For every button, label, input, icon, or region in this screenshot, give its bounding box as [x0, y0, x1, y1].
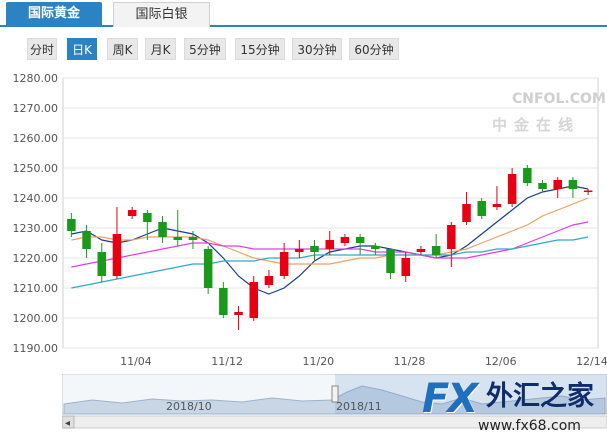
period-button-monthly[interactable]: 月K: [145, 38, 176, 60]
period-button-timeshare[interactable]: 分时: [27, 38, 57, 60]
period-button-weekly[interactable]: 周K: [107, 38, 138, 60]
candle-body: [462, 204, 471, 222]
x-tick-label: 11/04: [120, 355, 152, 368]
candle-body: [264, 276, 274, 285]
candle-body: [82, 231, 91, 249]
period-button-15min[interactable]: 15分钟: [235, 38, 285, 60]
y-tick-label: 1230.00: [13, 222, 59, 235]
tab-international-gold[interactable]: 国际黄金: [6, 2, 102, 27]
candle-body: [416, 249, 426, 252]
period-button-30min[interactable]: 30分钟: [292, 38, 342, 60]
candle-body: [386, 249, 395, 273]
candle-body: [355, 237, 365, 243]
navigator-label-2018-11: 2018/11: [336, 400, 382, 413]
candle-body: [447, 225, 456, 249]
y-tick-label: 1280.00: [13, 72, 59, 85]
candle-body: [553, 180, 562, 189]
candle-body: [492, 204, 502, 207]
cnfol-watermark-cn: 中金在线: [492, 116, 581, 134]
candlestick-chart[interactable]: 1280.00 1270.00 1260.00 1250.00 1240.00 1230.…: [0, 64, 607, 370]
fx-logo-url: www.fx68.com: [478, 418, 581, 434]
cnfol-watermark: CNFOL.COM: [512, 91, 606, 107]
x-tick-label: 11/12: [211, 355, 243, 368]
candle-body: [188, 237, 198, 240]
candle-body: [568, 180, 578, 189]
candle-body: [310, 246, 319, 252]
period-button-5min[interactable]: 5分钟: [184, 38, 226, 60]
candle-body: [158, 222, 167, 237]
candle-body: [97, 252, 107, 276]
candle-body: [203, 249, 213, 288]
period-button-daily[interactable]: 日K: [67, 38, 97, 60]
candle-body: [523, 168, 532, 183]
x-tick-label: 12/06: [485, 355, 517, 368]
candle-body: [538, 183, 547, 189]
fx68-logo: FX 外汇之家 www.fx68.com: [420, 376, 607, 439]
candle-body: [173, 237, 183, 240]
navigator-label-2018-10: 2018/10: [166, 400, 212, 413]
x-tick-label: 12/14: [576, 355, 607, 368]
candle-body: [219, 288, 228, 315]
y-tick-label: 1210.00: [13, 282, 59, 295]
market-tab-bar: 国际黄金 国际白银: [0, 0, 607, 27]
candle-body: [67, 219, 76, 231]
scroll-left-arrow-icon: ◂: [65, 418, 70, 429]
period-button-60min[interactable]: 60分钟: [349, 38, 399, 60]
candle-body: [431, 246, 441, 255]
candle-body: [279, 252, 289, 276]
x-tick-label: 11/28: [394, 355, 426, 368]
candle-body: [477, 201, 486, 216]
candle-body: [371, 246, 380, 249]
candle-body: [583, 190, 593, 192]
y-tick-label: 1250.00: [13, 162, 59, 175]
y-tick-label: 1220.00: [13, 252, 59, 265]
candle-body: [507, 174, 517, 204]
candle-body: [295, 249, 304, 252]
candle-body: [340, 237, 350, 243]
candle-body: [127, 210, 137, 216]
candle-body: [234, 312, 243, 315]
candle-body: [112, 234, 122, 276]
fx-logo-cn: 外汇之家: [486, 381, 594, 412]
candle-body: [143, 213, 152, 222]
candle-body: [401, 258, 410, 276]
x-tick-label: 11/20: [302, 355, 334, 368]
y-tick-label: 1190.00: [13, 342, 59, 355]
y-tick-label: 1270.00: [13, 102, 59, 115]
candle-body: [325, 240, 334, 249]
y-tick-label: 1200.00: [13, 312, 59, 325]
y-tick-label: 1260.00: [13, 132, 59, 145]
candle-body: [249, 282, 259, 318]
y-tick-label: 1240.00: [13, 192, 59, 205]
tab-international-silver[interactable]: 国际白银: [113, 2, 210, 27]
fx-logo-text: FX: [422, 376, 478, 422]
